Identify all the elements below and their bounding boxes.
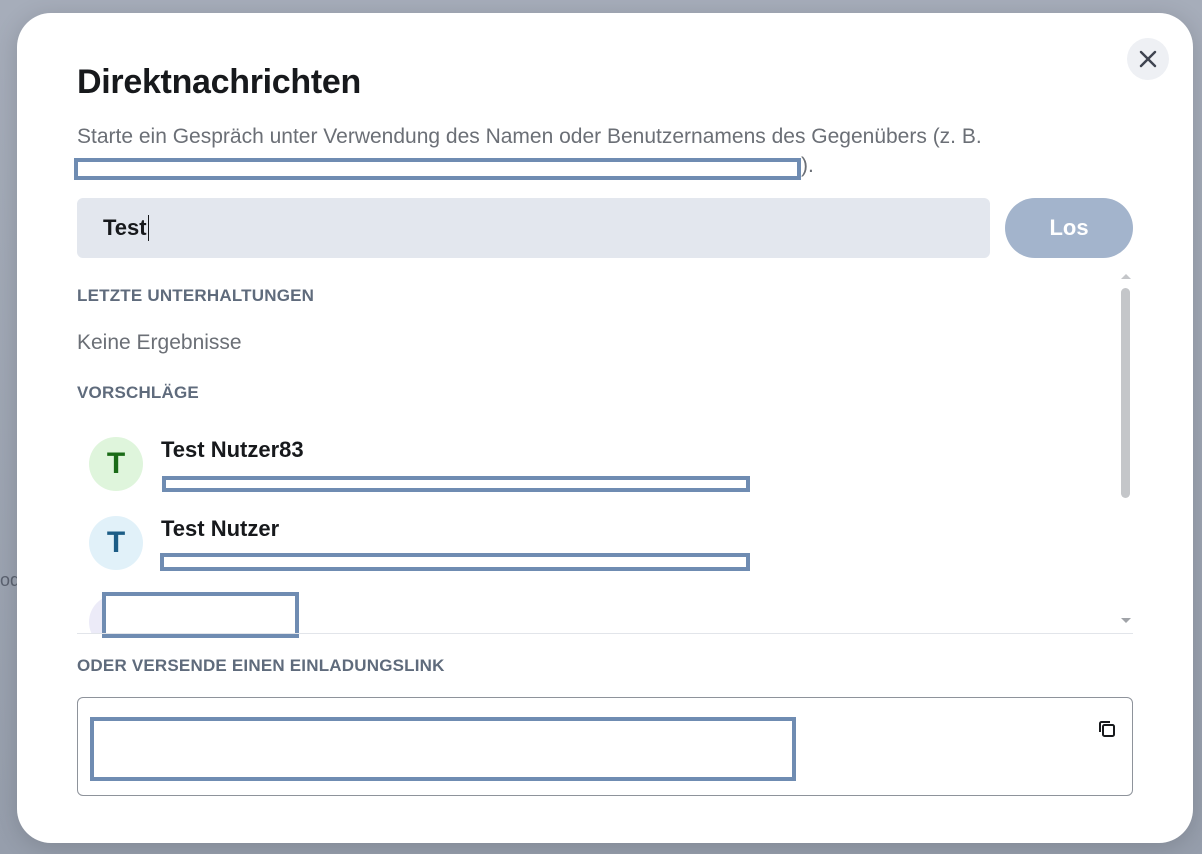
redacted-invite-link <box>90 717 796 781</box>
dialog-description-end: ). <box>801 154 814 177</box>
scroll-up-arrow[interactable] <box>1121 274 1131 279</box>
dialog-title: Direktnachrichten <box>77 63 361 101</box>
search-input[interactable]: Test <box>77 198 990 258</box>
scrollbar-thumb[interactable] <box>1121 288 1130 498</box>
no-results-text: Keine Ergebnisse <box>77 331 242 354</box>
redacted-user-id <box>162 476 750 492</box>
copy-icon <box>1099 721 1115 737</box>
invite-link-label: ODER VERSENDE EINEN EINLADUNGSLINK <box>77 656 445 675</box>
copy-link-button[interactable] <box>1095 717 1119 741</box>
suggestion-name: Test Nutzer83 <box>161 437 304 462</box>
dialog-description: Starte ein Gespräch unter Verwendung des… <box>77 125 982 148</box>
avatar: T <box>89 437 143 491</box>
text-caret <box>147 215 149 241</box>
suggestions-label: VORSCHLÄGE <box>77 383 199 402</box>
avatar: T <box>89 516 143 570</box>
direct-messages-dialog: Direktnachrichten Starte ein Gespräch un… <box>17 13 1193 843</box>
divider <box>77 633 1133 634</box>
redacted-user-id <box>160 553 750 571</box>
redacted-suggestion <box>102 592 299 638</box>
close-icon <box>1139 50 1157 68</box>
recent-conversations-label: LETZTE UNTERHALTUNGEN <box>77 286 315 305</box>
scroll-down-arrow[interactable] <box>1121 618 1131 623</box>
suggestion-name: Test Nutzer <box>161 516 280 541</box>
go-button[interactable]: Los <box>1005 198 1133 258</box>
redacted-example-username <box>74 158 801 180</box>
close-button[interactable] <box>1127 38 1169 80</box>
search-input-value: Test <box>103 215 147 240</box>
